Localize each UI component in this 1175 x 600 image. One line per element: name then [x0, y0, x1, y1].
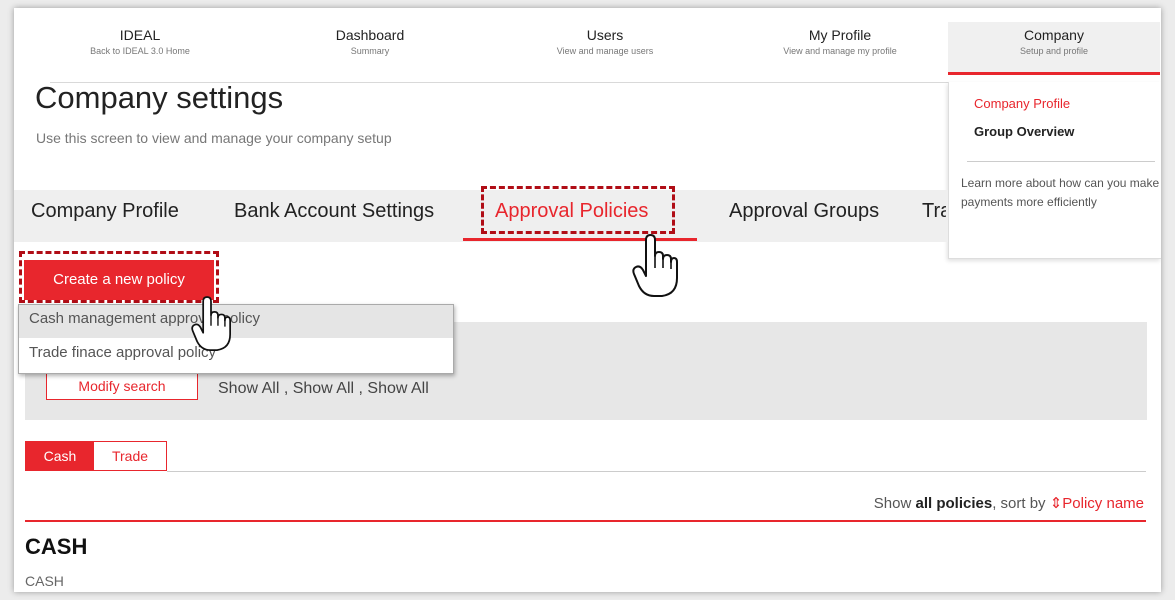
nav-my-profile-title: My Profile: [808, 27, 872, 43]
tab-approval-groups[interactable]: Approval Groups: [729, 200, 879, 223]
highlight-box-create-button: [19, 251, 219, 303]
sort-by: , sort by: [992, 495, 1046, 512]
nav-my-profile-sub: View and manage my profile: [783, 46, 897, 56]
sort-all-policies: all policies: [915, 495, 993, 512]
company-menu-group-overview[interactable]: Group Overview: [974, 124, 1074, 139]
app-window: IDEAL Back to IDEAL 3.0 Home Dashboard S…: [14, 8, 1161, 592]
nav-users-title: Users: [586, 27, 624, 43]
nav-company-sub: Setup and profile: [1019, 46, 1089, 56]
sort-line: Show all policies, sort by ⇕Policy name: [874, 494, 1144, 512]
tab-trade[interactable]: Tra: [922, 200, 946, 223]
tab-bank-account-settings[interactable]: Bank Account Settings: [234, 200, 434, 223]
hand-cursor-icon: [632, 234, 678, 297]
modify-search-button[interactable]: Modify search: [46, 372, 198, 400]
filter-summary: Show All , Show All , Show All: [218, 380, 429, 397]
nav-company[interactable]: Company Setup and profile: [948, 22, 1160, 75]
sort-show: Show: [873, 495, 912, 512]
option-trade-finance-policy[interactable]: Trade finace approval policy: [29, 344, 216, 361]
nav-dashboard-sub: Summary: [350, 46, 390, 56]
top-navigation: IDEAL Back to IDEAL 3.0 Home Dashboard S…: [50, 22, 1160, 83]
company-menu-divider: [967, 161, 1155, 162]
nav-users-sub: View and manage users: [556, 46, 654, 56]
page-subtitle: Use this screen to view and manage your …: [36, 130, 392, 146]
nav-users[interactable]: Users View and manage users: [515, 22, 695, 72]
section-subheading: CASH: [25, 573, 64, 589]
tab-company-profile[interactable]: Company Profile: [31, 200, 179, 223]
company-menu: Company Profile Group Overview Learn mor…: [948, 82, 1161, 259]
hand-cursor-icon: [191, 296, 231, 351]
sort-field-link[interactable]: Policy name: [1062, 495, 1144, 512]
sort-arrow-icon[interactable]: ⇕: [1050, 495, 1063, 512]
toggle-trade[interactable]: Trade: [94, 442, 166, 470]
section-divider: [25, 520, 1146, 522]
page-title: Company settings: [35, 80, 284, 115]
nav-dashboard-title: Dashboard: [335, 27, 405, 43]
nav-company-title: Company: [1024, 27, 1084, 43]
section-heading: CASH: [25, 534, 88, 559]
nav-ideal-sub: Back to IDEAL 3.0 Home: [90, 46, 190, 56]
create-policy-dropdown: Cash management approval policy Trade fi…: [18, 304, 454, 374]
toggle-cash[interactable]: Cash: [26, 442, 94, 470]
highlight-box-approval-policies: [481, 186, 675, 234]
nav-ideal[interactable]: IDEAL Back to IDEAL 3.0 Home: [50, 22, 230, 72]
cash-trade-toggle: Cash Trade: [25, 441, 167, 471]
company-menu-learn-more[interactable]: Learn more about how can you make paymen…: [961, 174, 1161, 212]
company-menu-company-profile[interactable]: Company Profile: [974, 96, 1070, 111]
nav-dashboard[interactable]: Dashboard Summary: [280, 22, 460, 72]
toggle-underline: [167, 471, 1146, 472]
nav-ideal-title: IDEAL: [119, 27, 161, 43]
nav-my-profile[interactable]: My Profile View and manage my profile: [750, 22, 930, 72]
